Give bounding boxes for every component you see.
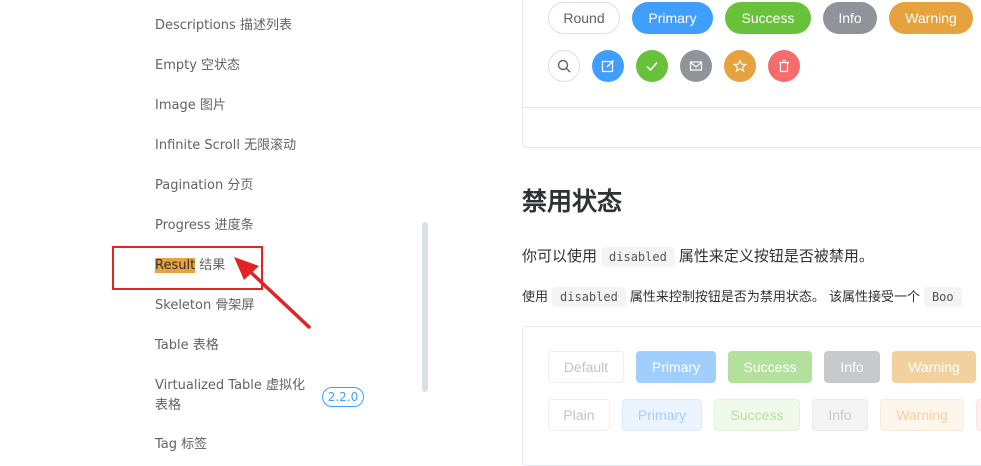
disabled-plain-danger-button[interactable] [976,399,981,431]
description-text: 你可以使用 [522,247,598,265]
demo-card-disabled [522,326,981,466]
sidebar-item-empty[interactable]: Empty 空状态 [155,56,240,76]
disabled-plain-button[interactable]: Plain [548,399,610,431]
disabled-plain-primary-button[interactable]: Primary [622,399,702,431]
sidebar-nav: Descriptions 描述列表 Empty 空状态 Image 图片 Inf… [0,0,440,452]
inline-code: disabled [601,247,675,267]
message-circle-button[interactable] [680,50,712,82]
main-content: Round Primary Success Info Warning 禁用状态 … [440,0,981,466]
disabled-plain-success-button[interactable]: Success [714,399,800,431]
disabled-plain-info-button[interactable]: Info [812,399,868,431]
demo-divider [523,107,981,108]
sidebar-item-table[interactable]: Table 表格 [155,336,219,356]
sidebar-item-progress[interactable]: Progress 进度条 [155,216,254,236]
annotation-arrow-icon [234,257,311,329]
check-circle-button[interactable] [636,50,668,82]
sidebar-item-descriptions[interactable]: Descriptions 描述列表 [155,16,292,36]
star-icon [733,59,747,73]
sidebar-item-virtualized-table[interactable]: Virtualized Table 虚拟化表格 [155,376,315,416]
message-icon [689,61,703,71]
star-circle-button[interactable] [724,50,756,82]
sidebar-scrollbar[interactable] [422,222,428,392]
edit-circle-button[interactable] [592,50,624,82]
disabled-primary-button[interactable]: Primary [636,351,716,383]
round-button[interactable]: Round [548,2,620,34]
section-detail: 使用 disabled 属性来控制按钮是否为禁用状态。 该属性接受一个 Boo [522,285,966,310]
sidebar-item-infinite-scroll[interactable]: Infinite Scroll 无限滚动 [155,136,296,156]
warning-round-button[interactable]: Warning [889,2,973,34]
check-icon [646,61,658,72]
section-heading: 禁用状态 [522,187,623,216]
success-round-button[interactable]: Success [725,2,811,34]
sidebar-item-tag[interactable]: Tag 标签 [155,435,207,455]
inline-code: disabled [552,287,626,307]
disabled-default-button[interactable]: Default [548,351,624,383]
section-description: 你可以使用 disabled 属性来定义按钮是否被禁用。 [522,244,874,269]
disabled-success-button[interactable]: Success [728,351,812,383]
disabled-plain-warning-button[interactable]: Warning [880,399,964,431]
detail-text: 属性来控制按钮是否为禁用状态。 该属性接受一个 [629,290,920,305]
delete-circle-button[interactable] [768,50,800,82]
sidebar-item-image[interactable]: Image 图片 [155,96,226,116]
info-round-button[interactable]: Info [823,2,877,34]
search-icon [557,59,571,73]
version-badge: 2.2.0 [322,387,364,407]
detail-text: 使用 [522,290,549,305]
primary-round-button[interactable]: Primary [632,2,713,34]
delete-icon [779,59,789,73]
search-circle-button[interactable] [548,50,580,82]
inline-code: Boo [923,287,962,307]
sidebar-item-pagination[interactable]: Pagination 分页 [155,176,253,196]
disabled-info-button[interactable]: Info [824,351,880,383]
edit-icon [601,60,614,73]
description-text: 属性来定义按钮是否被禁用。 [678,247,874,265]
disabled-warning-button[interactable]: Warning [892,351,976,383]
